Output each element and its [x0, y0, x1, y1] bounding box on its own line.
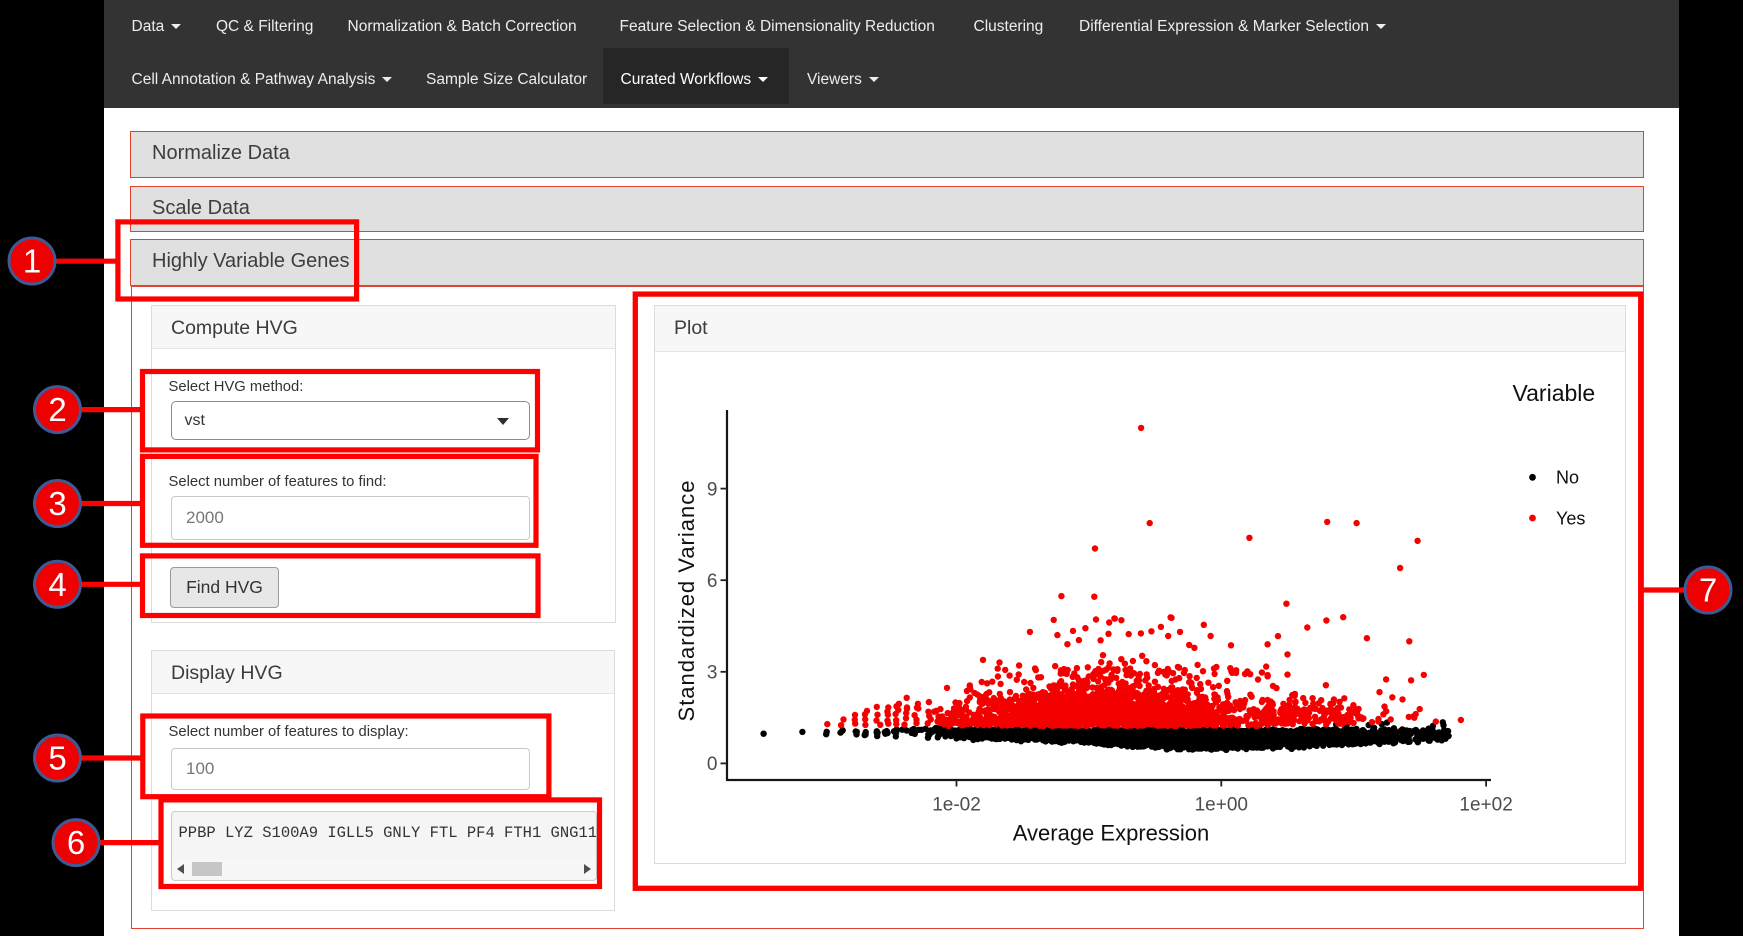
svg-text:2: 2 — [48, 391, 66, 428]
svg-text:6: 6 — [707, 571, 718, 592]
svg-text:1e-02: 1e-02 — [932, 795, 981, 816]
svg-text:5: 5 — [48, 740, 66, 777]
svg-text:Variable: Variable — [1513, 380, 1596, 406]
svg-text:0: 0 — [707, 754, 718, 775]
svg-text:9: 9 — [707, 479, 718, 500]
svg-text:1: 1 — [23, 243, 41, 280]
svg-text:Yes: Yes — [1556, 508, 1585, 528]
svg-text:3: 3 — [707, 663, 718, 684]
svg-text:6: 6 — [67, 824, 85, 861]
svg-text:1e+02: 1e+02 — [1459, 795, 1512, 816]
svg-text:Average Expression: Average Expression — [1013, 821, 1210, 846]
svg-text:No: No — [1556, 468, 1579, 488]
svg-text:4: 4 — [48, 566, 66, 603]
svg-text:3: 3 — [48, 485, 66, 522]
svg-text:Standardized Variance: Standardized Variance — [674, 480, 699, 722]
svg-text:1e+00: 1e+00 — [1195, 795, 1248, 816]
svg-text:7: 7 — [1699, 572, 1717, 609]
